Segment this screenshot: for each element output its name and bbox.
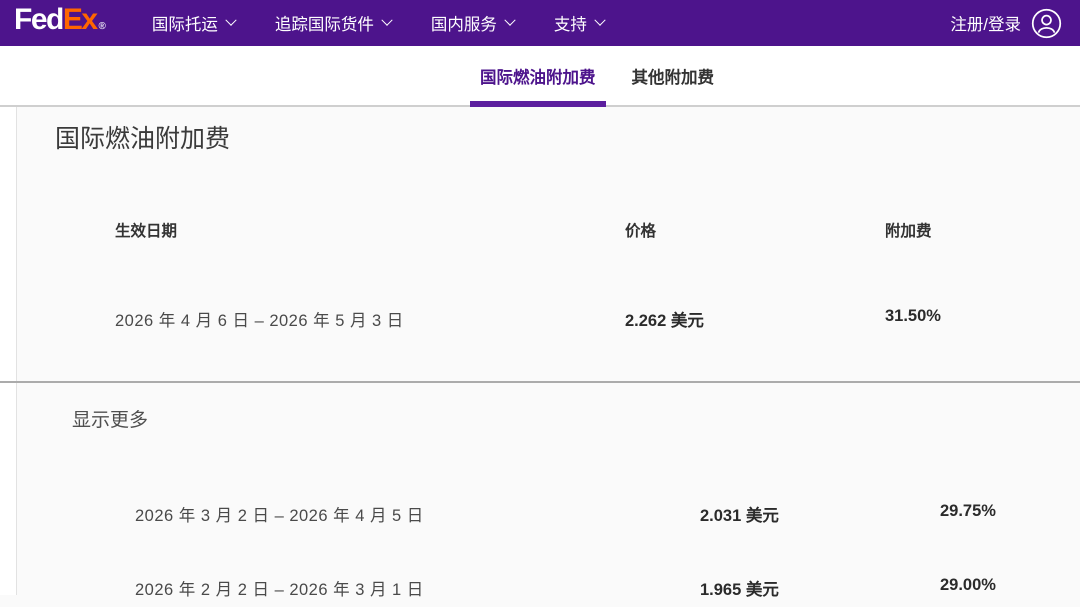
main-navigation: 国际托运 追踪国际货件 国内服务 支持 (152, 11, 604, 35)
content-panel: 国际燃油附加费 生效日期 价格 附加费 2026 年 4 月 6 日 – 202… (0, 107, 1080, 607)
nav-item-label: 国际托运 (152, 11, 218, 35)
table-row-current: 2026 年 4 月 6 日 – 2026 年 5 月 3 日 2.262 美元… (0, 307, 1080, 331)
logo-text-fed: Fed (14, 3, 63, 36)
nav-item-international-shipping[interactable]: 国际托运 (152, 11, 235, 35)
registered-trademark-icon: ® (99, 21, 106, 32)
chevron-down-icon (594, 15, 605, 26)
chevron-down-icon (504, 15, 515, 26)
chevron-down-icon (225, 15, 236, 26)
column-header-effective-date: 生效日期 (115, 219, 625, 241)
surcharge-table-header: 生效日期 价格 附加费 (0, 219, 1080, 241)
effective-date-value: 2026 年 2 月 2 日 – 2026 年 3 月 1 日 (135, 576, 700, 600)
surcharge-value: 31.50% (885, 307, 1080, 331)
navbar-right: 注册/登录 (950, 8, 1062, 39)
effective-date-value: 2026 年 4 月 6 日 – 2026 年 5 月 3 日 (115, 307, 625, 331)
panel-left-border (0, 107, 17, 595)
nav-item-label: 追踪国际货件 (275, 11, 374, 35)
chevron-down-icon (381, 15, 392, 26)
nav-item-label: 国内服务 (431, 11, 497, 35)
nav-item-track-international[interactable]: 追踪国际货件 (275, 11, 391, 35)
user-circle-icon[interactable] (1031, 8, 1062, 39)
tab-label: 国际燃油附加费 (480, 64, 596, 88)
tab-label: 其他附加费 (632, 64, 715, 88)
tab-international-fuel-surcharge[interactable]: 国际燃油附加费 (470, 46, 606, 105)
register-login-link[interactable]: 注册/登录 (950, 11, 1021, 35)
nav-item-support[interactable]: 支持 (554, 11, 604, 35)
nav-item-label: 支持 (554, 11, 587, 35)
column-header-price: 价格 (625, 219, 885, 241)
fedex-logo[interactable]: FedEx® (14, 0, 106, 50)
surcharge-value: 29.75% (940, 502, 1080, 526)
price-value: 2.262 美元 (625, 307, 885, 331)
effective-date-value: 2026 年 3 月 2 日 – 2026 年 4 月 5 日 (135, 502, 700, 526)
tabs: 国际燃油附加费 其他附加费 (470, 46, 724, 105)
surcharge-value: 29.00% (940, 576, 1080, 600)
table-row-history: 2026 年 2 月 2 日 – 2026 年 3 月 1 日 1.965 美元… (0, 576, 1080, 600)
price-value: 1.965 美元 (700, 576, 940, 600)
tab-other-surcharges[interactable]: 其他附加费 (622, 46, 725, 105)
show-more-toggle[interactable]: 显示更多 (0, 405, 148, 432)
table-row-history: 2026 年 3 月 2 日 – 2026 年 4 月 5 日 2.031 美元… (0, 502, 1080, 526)
page-title: 国际燃油附加费 (0, 107, 1080, 155)
logo-text-ex: Ex (63, 3, 97, 36)
surcharge-tabstrip: 国际燃油附加费 其他附加费 (0, 46, 1080, 107)
column-header-surcharge: 附加费 (885, 219, 1080, 241)
nav-item-domestic-services[interactable]: 国内服务 (431, 11, 514, 35)
section-divider (0, 381, 1080, 383)
top-navbar: FedEx® 国际托运 追踪国际货件 国内服务 支持 注册/登录 (0, 0, 1080, 46)
price-value: 2.031 美元 (700, 502, 940, 526)
